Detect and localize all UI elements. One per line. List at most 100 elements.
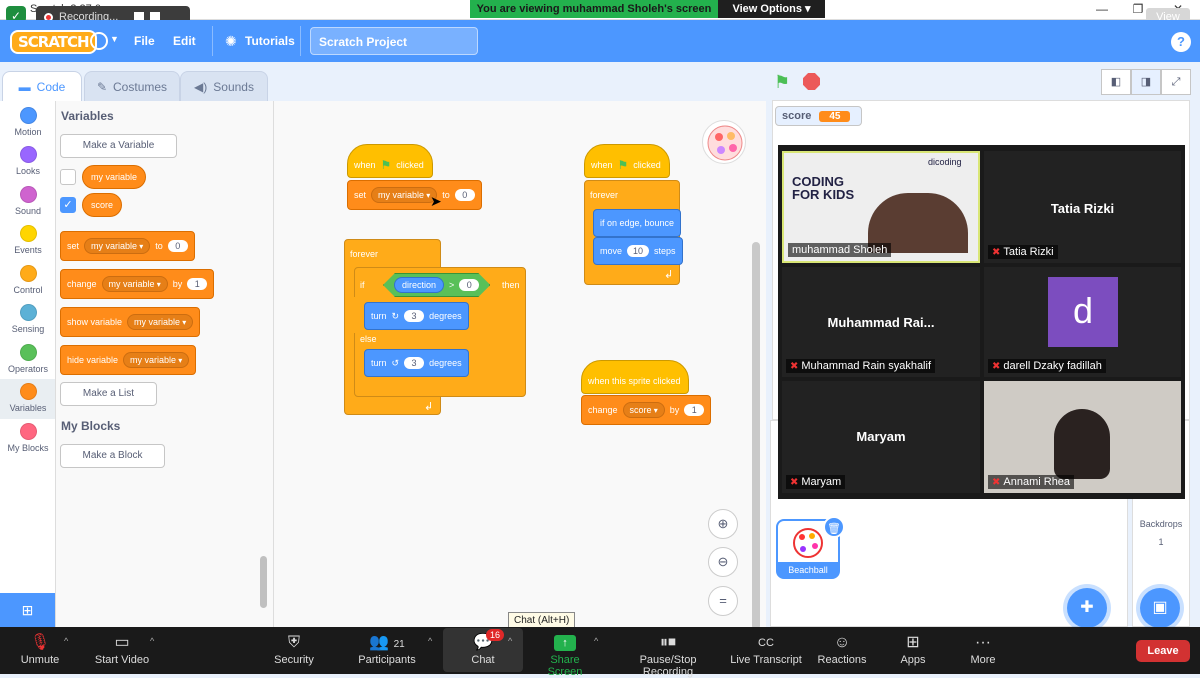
when-sprite-clicked-hat[interactable]: when this sprite clicked bbox=[581, 360, 689, 394]
set-variable-block[interactable]: set my variable to 0 bbox=[347, 180, 482, 210]
trash-icon[interactable]: 🗑 bbox=[823, 516, 845, 538]
tutorials-menu[interactable]: Tutorials bbox=[245, 34, 295, 48]
category-my-blocks[interactable]: My Blocks bbox=[0, 423, 56, 453]
choose-sprite-button[interactable]: ✚ bbox=[1067, 588, 1107, 628]
participant-tile[interactable]: CODING FOR KIDS dicoding muhammad Sholeh bbox=[782, 151, 980, 263]
edit-menu[interactable]: Edit bbox=[173, 34, 196, 48]
category-variables[interactable]: Variables bbox=[0, 383, 56, 413]
make-variable-button[interactable]: Make a Variable bbox=[60, 134, 177, 158]
change-variable-block[interactable]: change score by 1 bbox=[581, 395, 712, 425]
participants-button[interactable]: 👥 21 Participants bbox=[352, 632, 422, 666]
chevron-up-icon[interactable]: ^ bbox=[508, 636, 512, 646]
value-input[interactable]: 0 bbox=[459, 279, 479, 291]
zoom-reset-icon[interactable]: = bbox=[708, 586, 738, 616]
chevron-up-icon[interactable]: ^ bbox=[64, 636, 68, 646]
category-operators[interactable]: Operators bbox=[0, 344, 56, 374]
green-flag-icon[interactable]: ⚑ bbox=[774, 72, 790, 93]
participant-tile[interactable]: Maryam ✖ Maryam bbox=[782, 381, 980, 493]
chevron-up-icon[interactable]: ^ bbox=[428, 636, 432, 646]
variable-dropdown[interactable]: my variable bbox=[84, 238, 151, 254]
script-area-scrollbar[interactable] bbox=[752, 242, 760, 630]
chevron-up-icon[interactable]: ^ bbox=[150, 636, 154, 646]
start-video-button[interactable]: ▭ Start Video bbox=[90, 632, 154, 666]
category-looks[interactable]: Looks bbox=[0, 146, 56, 176]
change-variable-block[interactable]: change my variable by 1 bbox=[60, 269, 215, 299]
small-stage-icon[interactable]: ◧ bbox=[1101, 69, 1131, 95]
leave-button[interactable]: Leave bbox=[1136, 640, 1190, 662]
restore-icon[interactable]: ❐ bbox=[1128, 2, 1148, 16]
scratch-logo[interactable]: SCRATCH bbox=[10, 30, 97, 54]
security-button[interactable]: ⛨ Security bbox=[270, 632, 318, 666]
pause-stop-recording-button[interactable]: ⏸⏹ Pause/Stop Recording bbox=[614, 632, 722, 678]
reactions-button[interactable]: ☺ Reactions bbox=[816, 632, 868, 666]
value-input[interactable]: 1 bbox=[187, 278, 208, 290]
when-flag-clicked-hat[interactable]: when ⚑ clicked bbox=[347, 144, 433, 178]
when-flag-clicked-hat[interactable]: when ⚑ clicked bbox=[584, 144, 670, 178]
category-sound[interactable]: Sound bbox=[0, 186, 56, 216]
category-label: Operators bbox=[7, 364, 49, 374]
value-input[interactable]: 0 bbox=[167, 240, 188, 252]
participant-tile[interactable]: Tatia Rizki ✖ Tatia Rizki bbox=[984, 151, 1181, 263]
project-title-input[interactable]: Scratch Project bbox=[310, 27, 478, 55]
variable-dropdown[interactable]: score bbox=[622, 402, 665, 418]
tab-code[interactable]: ▬ Code bbox=[2, 71, 82, 101]
live-transcript-button[interactable]: CC Live Transcript bbox=[730, 632, 802, 666]
variable-dropdown[interactable]: my variable bbox=[127, 314, 194, 330]
stop-icon[interactable] bbox=[803, 73, 820, 90]
turn-left-block[interactable]: turn ↺ 3 degrees bbox=[364, 349, 469, 377]
share-screen-button[interactable]: ↑ Share Screen bbox=[532, 632, 598, 678]
category-label: Sound bbox=[14, 206, 42, 216]
participant-tile[interactable]: ✖ Annami Rhea bbox=[984, 381, 1181, 493]
greater-than-operator[interactable]: direction > 0 bbox=[383, 273, 490, 297]
variable-dropdown[interactable]: my variable bbox=[101, 276, 168, 292]
score-reporter[interactable]: score bbox=[82, 193, 123, 217]
value-input[interactable]: 1 bbox=[684, 404, 705, 416]
participant-tile[interactable]: Muhammad Rai... ✖ Muhammad Rain syakhalif bbox=[782, 267, 980, 377]
category-motion[interactable]: Motion bbox=[0, 107, 56, 137]
help-icon[interactable]: ? bbox=[1171, 32, 1191, 52]
make-list-button[interactable]: Make a List bbox=[60, 382, 157, 406]
unmute-button[interactable]: 🎙 Unmute bbox=[14, 632, 66, 666]
choose-backdrop-button[interactable]: ▣ bbox=[1140, 588, 1180, 628]
mic-muted-icon: ✖ bbox=[790, 476, 799, 488]
my-variable-checkbox[interactable] bbox=[60, 169, 76, 185]
value-input[interactable]: 3 bbox=[404, 357, 425, 369]
apps-button[interactable]: ⊞ Apps bbox=[896, 632, 930, 666]
globe-icon[interactable] bbox=[90, 32, 108, 50]
add-extension-button[interactable]: ⊞ bbox=[0, 593, 55, 627]
turn-right-block[interactable]: turn ↻ 3 degrees bbox=[364, 302, 469, 330]
category-sensing[interactable]: Sensing bbox=[0, 304, 56, 334]
bounce-block[interactable]: if on edge, bounce bbox=[593, 209, 682, 237]
my-variable-reporter[interactable]: my variable bbox=[82, 165, 147, 189]
tab-costumes[interactable]: ✎ Costumes bbox=[84, 71, 180, 101]
value-input[interactable]: 0 bbox=[454, 189, 475, 201]
zoom-in-icon[interactable]: ⊕ bbox=[708, 509, 738, 539]
fullscreen-icon[interactable]: ⤢ bbox=[1161, 69, 1191, 95]
hide-variable-block[interactable]: hide variable my variable bbox=[60, 345, 197, 375]
score-checkbox[interactable]: ✓ bbox=[60, 197, 76, 213]
normal-stage-icon[interactable]: ◨ bbox=[1131, 69, 1161, 95]
more-button[interactable]: ··· More bbox=[966, 632, 1000, 666]
show-variable-block[interactable]: show variable my variable bbox=[60, 307, 201, 337]
variable-dropdown[interactable]: my variable bbox=[123, 352, 190, 368]
category-control[interactable]: Control bbox=[0, 265, 56, 295]
direction-reporter[interactable]: direction bbox=[394, 277, 444, 293]
move-steps-block[interactable]: move 10 steps bbox=[593, 237, 683, 265]
file-menu[interactable]: File bbox=[134, 34, 155, 48]
category-label: Control bbox=[13, 285, 43, 295]
value-input[interactable]: 3 bbox=[404, 310, 425, 322]
category-label: My Blocks bbox=[7, 443, 49, 453]
view-options-button[interactable]: View Options ▾ bbox=[718, 0, 825, 18]
tab-sounds[interactable]: ◀) Sounds bbox=[180, 71, 268, 101]
palette-scrollbar[interactable] bbox=[260, 556, 267, 608]
zoom-out-icon[interactable]: ⊖ bbox=[708, 547, 738, 577]
participant-tile[interactable]: d ✖ darell Dzaky fadillah bbox=[984, 267, 1181, 377]
make-block-button[interactable]: Make a Block bbox=[60, 444, 165, 468]
category-events[interactable]: Events bbox=[0, 225, 56, 255]
variable-dropdown[interactable]: my variable bbox=[371, 187, 438, 203]
value-input[interactable]: 10 bbox=[627, 245, 650, 257]
minimize-icon[interactable]: — bbox=[1092, 2, 1112, 16]
variable-monitor[interactable]: score 45 bbox=[775, 106, 862, 126]
chevron-up-icon[interactable]: ^ bbox=[594, 636, 598, 646]
set-variable-block[interactable]: set my variable to 0 bbox=[60, 231, 195, 261]
